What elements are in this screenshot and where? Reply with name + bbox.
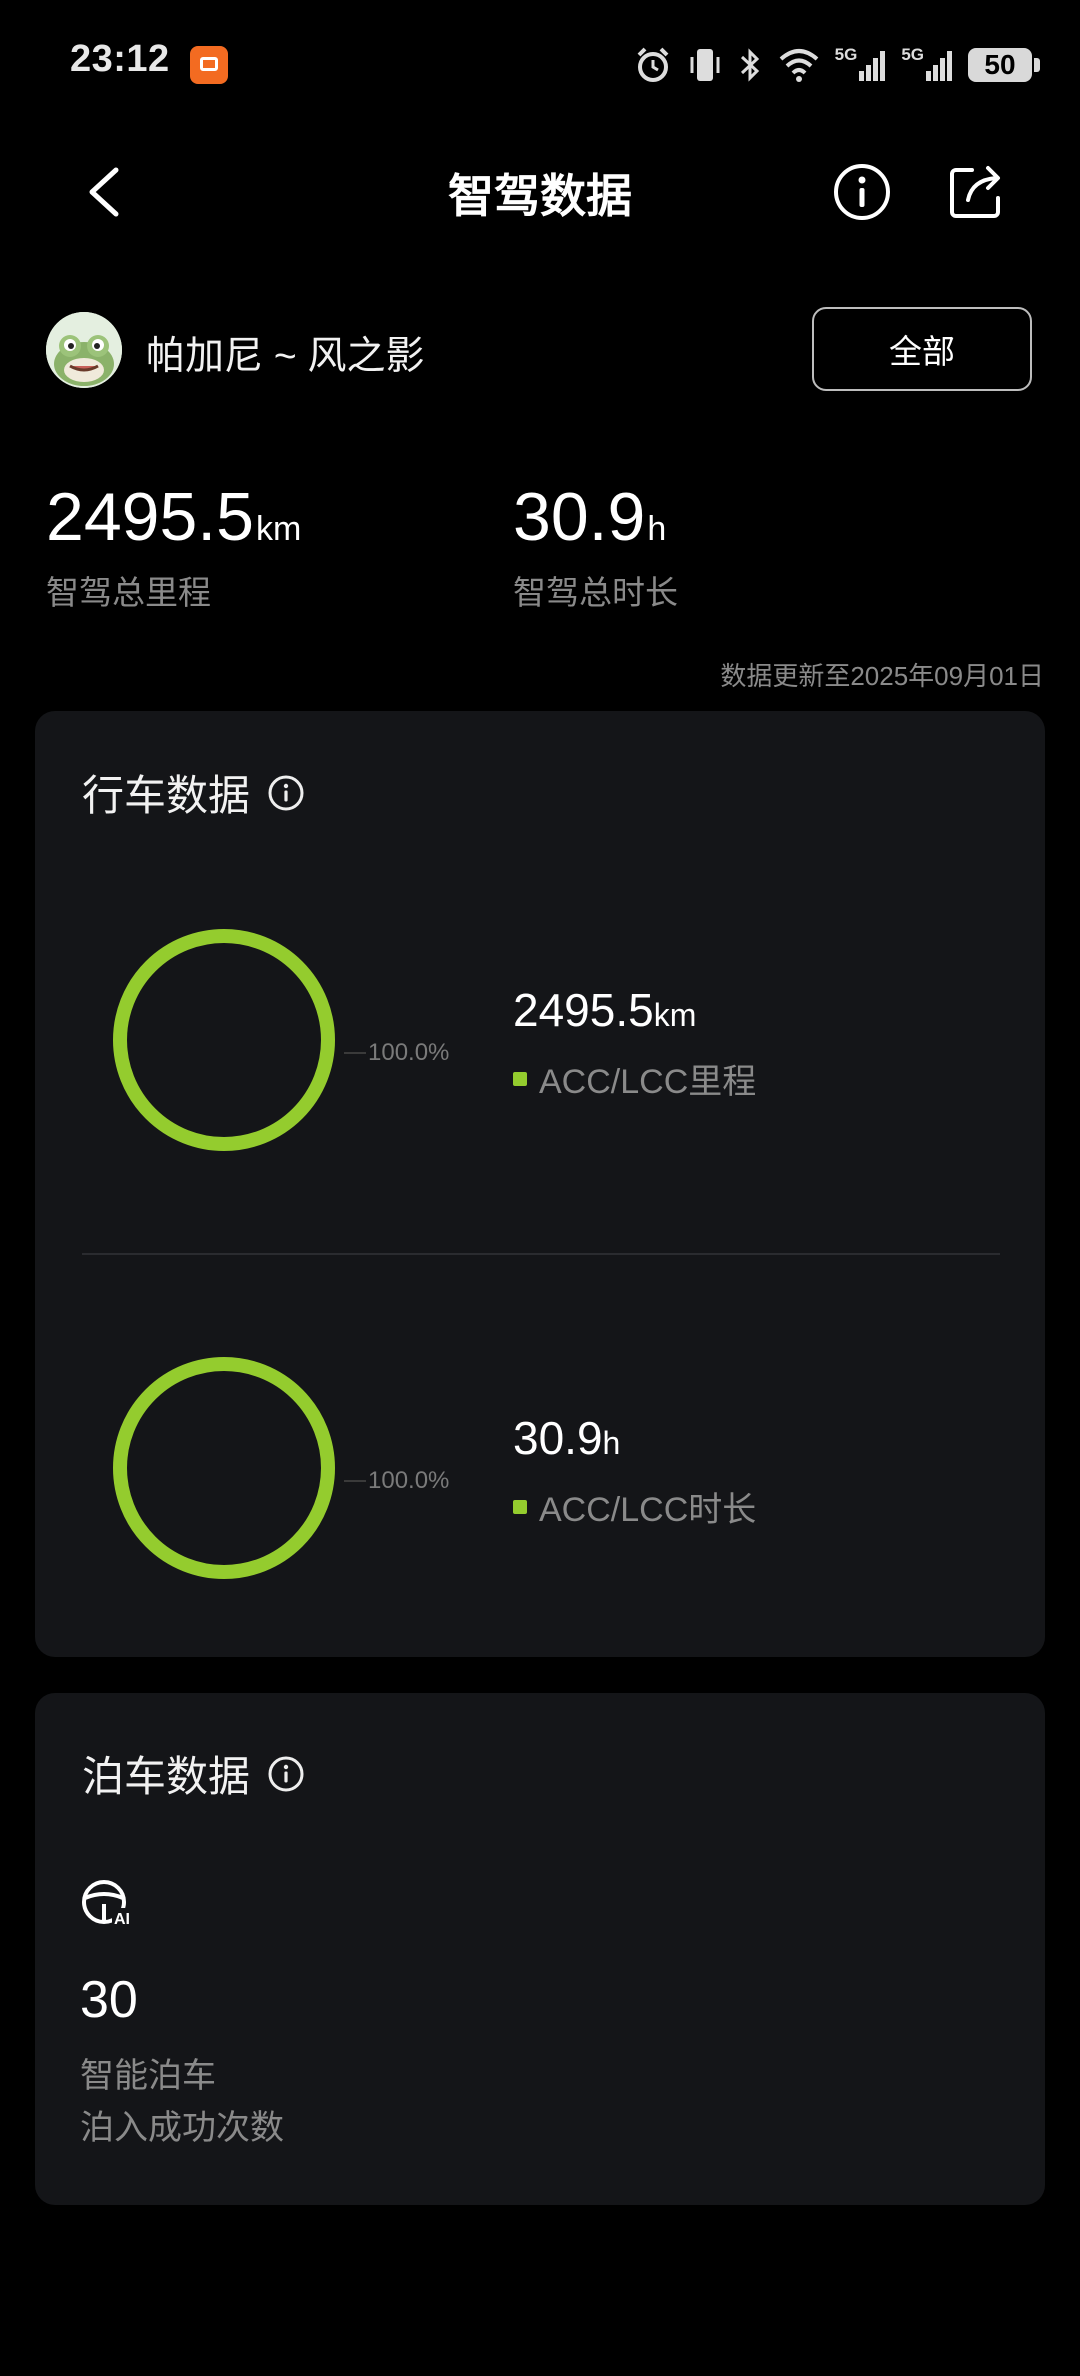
app-notification-icon [190, 46, 228, 84]
signal-1: 5G [835, 45, 888, 85]
alarm-icon [637, 47, 669, 82]
legend-swatch [513, 1499, 527, 1514]
parking-count: 30 [80, 1971, 138, 2029]
status-icons: 5G 5G 50 [633, 40, 1040, 90]
mileage-value: 2495.5km [513, 983, 696, 1037]
percent-leader-line [344, 1480, 366, 1482]
total-duration-unit: h [647, 510, 667, 548]
driving-data-title: 行车数据 [82, 772, 251, 819]
parking-data-title-row: 泊车数据 [82, 1743, 304, 1804]
user-name: 帕加尼 ~ 风之影 [146, 335, 425, 378]
duration-legend: ACC/LCC时长 [513, 1482, 756, 1531]
info-icon[interactable] [268, 775, 304, 811]
update-note: 数据更新至2025年09月01日 [720, 661, 1044, 691]
info-button[interactable] [830, 160, 894, 224]
total-mileage: 2495.5km [46, 478, 301, 556]
duration-value-unit: h [602, 1425, 621, 1461]
info-icon[interactable] [268, 1756, 304, 1792]
total-duration-value: 30.9 [513, 479, 646, 555]
wifi-icon [779, 49, 818, 82]
total-mileage-value: 2495.5 [46, 479, 254, 555]
frog-avatar-icon [46, 312, 122, 388]
bluetooth-icon [740, 48, 759, 82]
ring-arc [113, 929, 335, 1151]
mileage-ring-chart [113, 929, 335, 1151]
filter-all-button[interactable]: 全部 [812, 307, 1032, 391]
mileage-value-number: 2495.5 [513, 984, 654, 1036]
duration-ring-chart [113, 1357, 335, 1579]
total-duration: 30.9h [513, 478, 666, 556]
parking-sublabel: 泊入成功次数 [80, 2109, 284, 2147]
status-time: 23:12 [70, 38, 170, 80]
battery-indicator: 50 [968, 48, 1040, 82]
page-title: 智驾数据 [448, 170, 632, 222]
signal-icon [926, 51, 952, 81]
parking-data-title: 泊车数据 [82, 1753, 251, 1800]
total-mileage-unit: km [255, 510, 302, 548]
network-type-1: 5G [834, 45, 858, 64]
parking-label: 智能泊车 [80, 2057, 216, 2095]
network-type-2: 5G [901, 45, 924, 64]
signal-icon [859, 51, 886, 81]
ring-arc [113, 1357, 335, 1579]
duration-value: 30.9h [513, 1411, 620, 1465]
steering-ai-icon: AI [82, 1880, 136, 1926]
duration-legend-label: ACC/LCC时长 [539, 1491, 757, 1529]
svg-text:AI: AI [114, 1911, 130, 1926]
total-mileage-label: 智驾总里程 [46, 574, 211, 611]
percent-leader-line [344, 1052, 366, 1054]
avatar[interactable] [46, 312, 122, 388]
total-duration-label: 智驾总时长 [513, 574, 678, 611]
vibrate-icon [690, 49, 720, 81]
signal-2: 5G [901, 45, 954, 85]
mileage-legend-label: ACC/LCC里程 [539, 1063, 757, 1101]
share-button[interactable] [944, 160, 1008, 224]
duration-value-number: 30.9 [513, 1412, 603, 1464]
mileage-value-unit: km [653, 997, 697, 1033]
driving-data-title-row: 行车数据 [82, 762, 304, 823]
divider [82, 1253, 1000, 1255]
legend-swatch [513, 1071, 527, 1086]
duration-percent: 100.0% [368, 1467, 450, 1494]
mileage-legend: ACC/LCC里程 [513, 1054, 756, 1103]
mileage-percent: 100.0% [368, 1039, 450, 1066]
